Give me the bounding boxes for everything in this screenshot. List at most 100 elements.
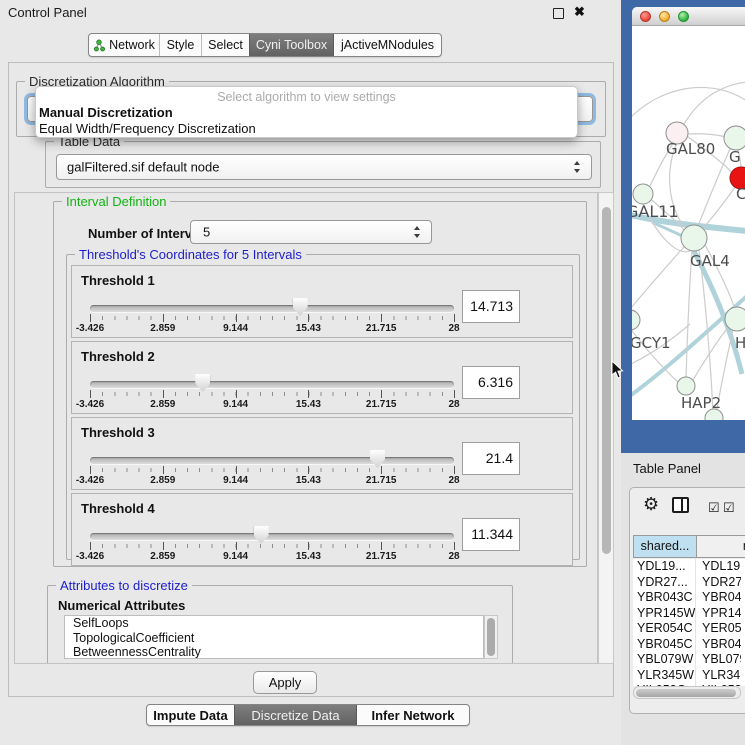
slider-track[interactable] <box>90 533 454 540</box>
tab-network[interactable]: Network <box>89 34 159 56</box>
close-icon[interactable]: ✖ <box>574 4 585 20</box>
h-scrollbar-thumb[interactable] <box>636 689 736 697</box>
float-window-icon[interactable] <box>553 8 564 19</box>
cell-shared-name[interactable]: YER054C <box>633 621 695 637</box>
cell-name[interactable]: YDR27... <box>695 575 741 591</box>
node-label: GAL80 <box>666 140 715 158</box>
num-intervals-value: 5 <box>203 225 210 240</box>
table-row[interactable]: YBL079WYBL079W <box>633 652 745 668</box>
tab-discretize-data[interactable]: Discretize Data <box>234 705 356 725</box>
threshold-value-field[interactable]: 11.344 <box>462 518 520 551</box>
attributes-list-scrollbar[interactable] <box>484 615 498 659</box>
cell-name[interactable]: YBR043C <box>695 590 741 606</box>
network-node[interactable] <box>677 377 695 395</box>
attributes-list[interactable]: SelfLoopsTopologicalCoefficientBetweenne… <box>64 615 484 659</box>
cell-name[interactable]: YER054C <box>695 621 741 637</box>
cell-name[interactable]: YBL079W <box>695 652 741 668</box>
column-header-shared-name[interactable]: shared... <box>633 535 697 558</box>
table-row[interactable]: YLR345WYLR345W <box>633 668 745 684</box>
attribute-item[interactable]: BetweennessCentrality <box>65 645 483 659</box>
network-window-frame: GAL80 G GAL11 C GAL4 GCY1 H HAP2 <box>621 0 745 453</box>
threshold-value-field[interactable]: 21.4 <box>462 442 520 475</box>
network-node[interactable] <box>632 310 640 330</box>
threshold-label: Threshold 1 <box>81 273 155 288</box>
table-row[interactable]: YBR045CYBR045C <box>633 637 745 653</box>
window-titlebar[interactable] <box>632 7 745 26</box>
network-node[interactable] <box>724 126 745 150</box>
attribute-item[interactable]: SelfLoops <box>65 616 483 631</box>
tick-label: 21.715 <box>366 551 397 562</box>
table-data-combo[interactable]: galFiltered.sif default node <box>56 154 592 180</box>
threshold-value-field[interactable]: 14.713 <box>462 290 520 323</box>
dropdown-option-manual[interactable]: Manual Discretization <box>36 105 577 121</box>
node-label: GAL11 <box>632 202 679 221</box>
table-body[interactable]: YDL19...YDL19...YDR27...YDR27...YBR043CY… <box>633 559 745 686</box>
tick-label: 2.859 <box>150 551 175 562</box>
spinner-icon <box>573 161 582 173</box>
slider-track[interactable] <box>90 457 454 464</box>
panel-scrollbar-thumb[interactable] <box>602 207 611 554</box>
select-columns-icon[interactable]: ☑ <box>708 500 720 516</box>
cell-shared-name[interactable]: YBR045C <box>633 637 695 653</box>
threshold-value-field[interactable]: 6.316 <box>462 366 520 399</box>
cell-name[interactable]: YPR145W <box>695 606 741 622</box>
tick-label: 9.144 <box>223 399 248 410</box>
column-header-name[interactable]: name <box>696 535 745 558</box>
network-node[interactable] <box>725 307 745 331</box>
h-scrollbar[interactable] <box>633 686 741 699</box>
table-row[interactable]: YDL19...YDL19... <box>633 559 745 575</box>
cell-shared-name[interactable]: YBL079W <box>633 652 695 668</box>
cell-shared-name[interactable]: YBR043C <box>633 590 695 606</box>
table-row[interactable]: YER054CYER054C <box>633 621 745 637</box>
node-label: GAL4 <box>690 252 730 270</box>
tab-style[interactable]: Style <box>159 34 201 56</box>
network-node[interactable] <box>681 225 707 251</box>
select-all-icon[interactable]: ☑ <box>723 500 735 516</box>
close-traffic-light-icon[interactable] <box>640 11 651 22</box>
attribute-item[interactable]: TopologicalCoefficient <box>65 631 483 646</box>
cell-shared-name[interactable]: YDL19... <box>633 559 695 575</box>
node-label: GCY1 <box>632 334 671 352</box>
cell-shared-name[interactable]: YLR345W <box>633 668 695 684</box>
cell-shared-name[interactable]: YPR145W <box>633 606 695 622</box>
panel-scrollbar[interactable] <box>598 192 614 664</box>
tab-jactivemnodules[interactable]: jActiveMNodules <box>333 34 441 56</box>
tab-cyni-toolbox[interactable]: Cyni Toolbox <box>249 34 333 56</box>
apply-button[interactable]: Apply <box>253 671 317 694</box>
tick-label: 28 <box>448 399 459 410</box>
thresholds-group-title: Threshold's Coordinates for 5 Intervals <box>75 247 306 262</box>
control-panel-titlebar: Control Panel ✖ <box>0 0 621 24</box>
cell-name[interactable]: YBR045C <box>695 637 741 653</box>
panel-title: Control Panel <box>8 5 87 20</box>
zoom-traffic-light-icon[interactable] <box>678 11 689 22</box>
node-label: G <box>729 148 741 166</box>
table-row[interactable]: YBR043CYBR043C <box>633 590 745 606</box>
cell-name[interactable]: YDL19... <box>695 559 741 575</box>
num-intervals-combo[interactable]: 5 <box>190 220 432 244</box>
control-panel: Control Panel ✖ Network Style Select <box>0 0 621 745</box>
dropdown-option-equal-width[interactable]: Equal Width/Frequency Discretization <box>36 121 577 137</box>
threshold-label: Threshold 3 <box>81 425 155 440</box>
tick-label: 15.43 <box>296 551 321 562</box>
gear-icon[interactable]: ⚙ <box>643 494 659 515</box>
cell-name[interactable]: YLR345W <box>695 668 741 684</box>
tab-select[interactable]: Select <box>201 34 249 56</box>
attributes-group-title: Attributes to discretize <box>56 578 192 593</box>
tab-infer-network[interactable]: Infer Network <box>356 705 469 725</box>
table-row[interactable]: YDR27...YDR27... <box>633 575 745 591</box>
table-row[interactable]: YPR145WYPR145W <box>633 606 745 622</box>
threshold-label: Threshold 2 <box>81 349 155 364</box>
network-node[interactable] <box>633 184 653 204</box>
tick-label: 28 <box>448 323 459 334</box>
top-tab-bar: Network Style Select Cyni Toolbox jActiv… <box>88 33 442 57</box>
attributes-group: Attributes to discretize Numerical Attri… <box>47 585 513 664</box>
split-view-icon[interactable] <box>672 497 689 513</box>
mouse-cursor <box>610 360 624 380</box>
cell-shared-name[interactable]: YDR27... <box>633 575 695 591</box>
network-canvas[interactable]: GAL80 G GAL11 C GAL4 GCY1 H HAP2 <box>632 26 745 420</box>
slider-track[interactable] <box>90 305 454 312</box>
minimize-traffic-light-icon[interactable] <box>659 11 670 22</box>
tab-impute-data[interactable]: Impute Data <box>147 705 234 725</box>
tick-label: 9.144 <box>223 551 248 562</box>
slider-track[interactable] <box>90 381 454 388</box>
